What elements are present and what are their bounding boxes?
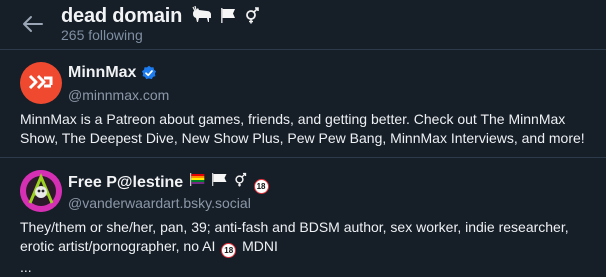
- bio-line: erotic artist/pornographer, no AI 18 MDN…: [20, 237, 586, 258]
- no-under-18-icon: 18: [253, 179, 269, 194]
- following-count[interactable]: 265 following: [61, 27, 143, 43]
- profile-name: dead domain: [61, 5, 183, 27]
- handle[interactable]: @minnmax.com: [68, 87, 169, 103]
- anarchy-skull-avatar-icon: [20, 170, 62, 212]
- transgender-symbol-icon: [235, 172, 247, 187]
- bio-line: MinnMax is a Patreon about games, friend…: [20, 111, 566, 127]
- avatar[interactable]: [20, 62, 62, 104]
- bio-line: Show, The Deepest Dive, New Show Plus, P…: [20, 130, 585, 146]
- rainbow-flag-icon: [190, 173, 205, 186]
- handle[interactable]: @vanderwaardart.bsky.social: [68, 195, 251, 211]
- bio-line: They/them or she/her, pan, 39; anti-fash…: [20, 219, 569, 235]
- verified-check-icon: [142, 65, 157, 80]
- name-emoji-group: [190, 5, 261, 30]
- bio: MinnMax is a Patreon about games, friend…: [20, 110, 586, 148]
- bio-line: ...: [20, 259, 32, 275]
- following-page: dead domain 265 following MinnMax @minnm…: [0, 0, 606, 277]
- arrow-left-icon: [23, 16, 43, 32]
- white-flag-icon: [220, 8, 235, 23]
- display-name[interactable]: Free P@lestine 18: [68, 172, 271, 194]
- page-header: dead domain 265 following: [0, 0, 606, 49]
- no-under-18-icon: 18: [221, 243, 237, 258]
- display-name[interactable]: MinnMax: [68, 64, 157, 82]
- minnmax-logo-icon: [28, 74, 53, 90]
- follow-list-item[interactable]: Free P@lestine 18 @vanderwaardart.bsky.s…: [0, 158, 606, 277]
- bio: They/them or she/her, pan, 39; anti-fash…: [20, 218, 586, 277]
- back-button[interactable]: [19, 12, 47, 36]
- transgender-symbol-icon: [246, 7, 260, 24]
- avatar[interactable]: [20, 170, 62, 212]
- white-flag-icon: [211, 173, 227, 186]
- name-emoji-group: 18: [189, 172, 270, 194]
- follow-list-item[interactable]: MinnMax @minnmax.com MinnMax is a Patreo…: [0, 50, 606, 157]
- goat-icon: [191, 5, 211, 22]
